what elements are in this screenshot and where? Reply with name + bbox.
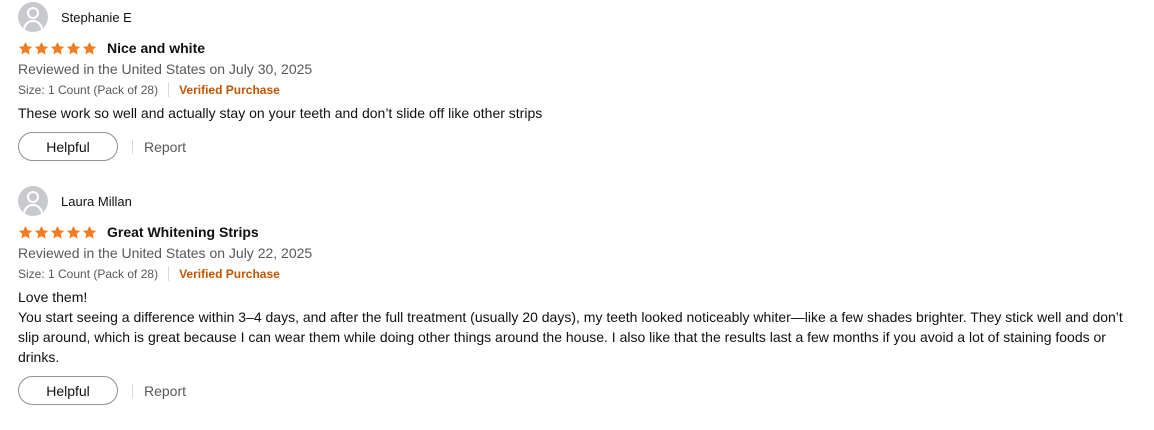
helpful-button[interactable]: Helpful	[18, 376, 118, 405]
review-body-line: These work so well and actually stay on …	[18, 105, 543, 121]
report-link[interactable]: Report	[144, 383, 186, 399]
star-icon	[18, 41, 33, 54]
review-title[interactable]: Great Whitening Strips	[107, 224, 259, 240]
star-rating[interactable]	[18, 225, 97, 240]
review-title-row: Nice and white	[18, 39, 1128, 57]
product-size: Size: 1 Count (Pack of 28)	[18, 83, 159, 97]
review-date: Reviewed in the United States on July 30…	[18, 61, 313, 77]
divider	[132, 383, 133, 398]
reviewer-name[interactable]: Stephanie E	[61, 10, 132, 25]
star-icon	[66, 41, 81, 54]
star-icon	[66, 225, 81, 238]
avatar-icon	[18, 2, 48, 32]
reviewer-name[interactable]: Laura Millan	[61, 194, 132, 209]
star-icon	[18, 225, 33, 238]
star-icon	[34, 225, 49, 238]
star-icon	[50, 41, 65, 54]
verified-purchase-badge: Verified Purchase	[179, 83, 280, 97]
review-body: Love them! You start seeing a difference…	[18, 287, 1128, 367]
helpful-button[interactable]: Helpful	[18, 132, 118, 161]
review-card: Laura Millan Great Whitening Strips Revi…	[18, 186, 1128, 405]
review-body-line: Love them!	[18, 289, 88, 305]
review-title-row: Great Whitening Strips	[18, 223, 1128, 241]
report-link[interactable]: Report	[144, 139, 186, 155]
divider	[168, 83, 170, 97]
review-title[interactable]: Nice and white	[107, 40, 205, 56]
star-icon	[82, 225, 97, 238]
star-rating[interactable]	[18, 41, 97, 56]
review-body-line: You start seeing a difference within 3–4…	[18, 309, 1123, 365]
star-icon	[34, 41, 49, 54]
verified-purchase-badge: Verified Purchase	[179, 267, 280, 281]
star-icon	[82, 41, 97, 54]
reviewer-profile[interactable]: Stephanie E	[18, 2, 1128, 32]
avatar-icon	[18, 186, 48, 216]
review-body: These work so well and actually stay on …	[18, 103, 1128, 123]
review-actions: Helpful Report	[18, 132, 1128, 161]
review-card: Stephanie E Nice and white Reviewed in t…	[18, 2, 1128, 161]
product-size: Size: 1 Count (Pack of 28)	[18, 267, 159, 281]
star-icon	[50, 225, 65, 238]
divider	[168, 267, 170, 281]
review-date: Reviewed in the United States on July 22…	[18, 245, 313, 261]
reviewer-profile[interactable]: Laura Millan	[18, 186, 1128, 216]
review-meta: Size: 1 Count (Pack of 28) Verified Purc…	[18, 266, 1128, 282]
review-meta: Size: 1 Count (Pack of 28) Verified Purc…	[18, 82, 1128, 98]
review-actions: Helpful Report	[18, 376, 1128, 405]
divider	[132, 139, 133, 154]
